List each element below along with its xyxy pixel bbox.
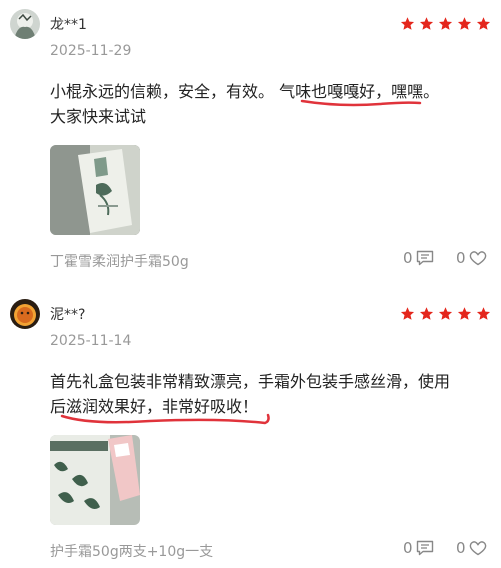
review-item: 龙**1 2025-11-29 小棍永远的信赖，安全，有效。 气味也嘎嘎好，嘿嘿… bbox=[0, 0, 501, 282]
avatar[interactable] bbox=[10, 9, 40, 39]
product-variant[interactable]: 护手霜50g两支+10g一支 bbox=[50, 541, 213, 561]
heart-icon bbox=[469, 541, 486, 556]
star-icon bbox=[438, 307, 453, 320]
highlight-underline bbox=[60, 413, 270, 425]
star-icon bbox=[400, 17, 415, 30]
review-photo[interactable] bbox=[50, 435, 140, 525]
comment-count: 0 bbox=[403, 249, 413, 267]
review-item: 泥**? 2025-11-14 首先礼盒包装非常精致漂亮，手霜外包装手感丝滑，使… bbox=[0, 282, 501, 568]
comment-button[interactable]: 0 bbox=[403, 539, 434, 557]
rating-stars bbox=[400, 306, 491, 321]
like-count: 0 bbox=[456, 539, 466, 557]
username[interactable]: 泥**? bbox=[50, 304, 85, 324]
star-icon bbox=[419, 307, 434, 320]
like-button[interactable]: 0 bbox=[456, 249, 487, 267]
review-text-line: 首先礼盒包装非常精致漂亮，手霜外包装手感丝滑，使用 bbox=[50, 372, 451, 391]
comment-icon bbox=[416, 540, 433, 556]
star-icon bbox=[457, 17, 472, 30]
heart-icon bbox=[469, 251, 486, 266]
comment-icon bbox=[416, 250, 433, 266]
avatar[interactable] bbox=[10, 299, 40, 329]
review-date: 2025-11-14 bbox=[50, 333, 132, 349]
review-text-line: 大家快来试试 bbox=[50, 107, 147, 126]
product-variant[interactable]: 丁霍雪柔润护手霜50g bbox=[50, 251, 189, 271]
review-photo[interactable] bbox=[50, 145, 140, 235]
like-count: 0 bbox=[456, 249, 466, 267]
star-icon bbox=[419, 17, 434, 30]
comment-button[interactable]: 0 bbox=[403, 249, 434, 267]
star-icon bbox=[400, 307, 415, 320]
star-icon bbox=[476, 17, 491, 30]
comment-count: 0 bbox=[403, 539, 413, 557]
star-icon bbox=[438, 17, 453, 30]
rating-stars bbox=[400, 16, 491, 31]
review-text: 小棍永远的信赖，安全，有效。 气味也嘎嘎好，嘿嘿。 大家快来试试 bbox=[50, 79, 495, 129]
review-date: 2025-11-29 bbox=[50, 43, 132, 59]
star-icon bbox=[476, 307, 491, 320]
review-text-line: 小棍永远的信赖，安全，有效。 气味也嘎嘎好，嘿嘿。 bbox=[50, 82, 440, 101]
like-button[interactable]: 0 bbox=[456, 539, 487, 557]
highlight-underline bbox=[300, 99, 422, 107]
star-icon bbox=[457, 307, 472, 320]
username[interactable]: 龙**1 bbox=[50, 14, 87, 34]
